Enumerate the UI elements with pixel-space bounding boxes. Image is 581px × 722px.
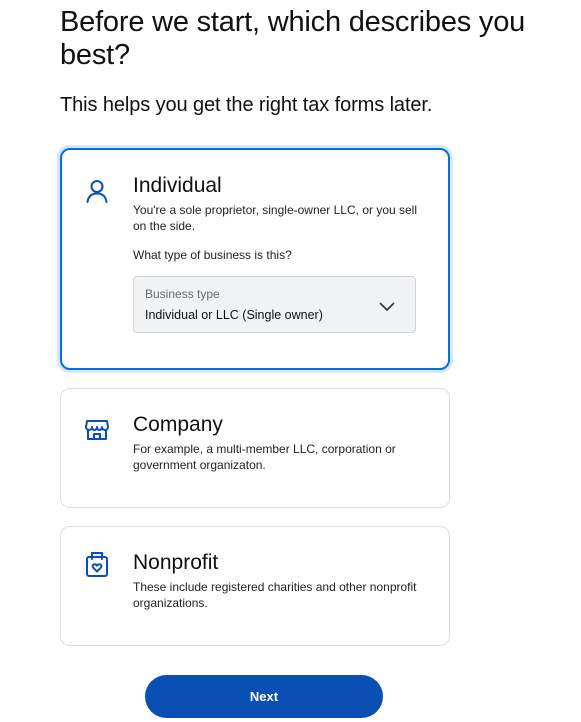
chevron-down-icon xyxy=(379,299,395,311)
option-title-individual: Individual xyxy=(133,174,222,197)
person-icon xyxy=(84,178,110,204)
option-title-nonprofit: Nonprofit xyxy=(133,551,219,574)
next-button[interactable]: Next xyxy=(145,675,383,718)
option-card-individual[interactable]: Individual You're a sole proprietor, sin… xyxy=(60,148,450,370)
storefront-icon xyxy=(84,417,110,443)
business-type-select-value: Individual or LLC (Single owner) xyxy=(145,308,323,322)
option-description-nonprofit: These include registered charities and o… xyxy=(133,580,417,610)
option-card-company[interactable]: Company For example, a multi-member LLC,… xyxy=(60,388,450,508)
business-type-select[interactable]: Business type Individual or LLC (Single … xyxy=(133,276,416,333)
option-description-company: For example, a multi-member LLC, corpora… xyxy=(133,442,396,472)
option-card-nonprofit[interactable]: Nonprofit These include registered chari… xyxy=(60,526,450,646)
page-title: Before we start, which describes you bes… xyxy=(60,6,526,71)
option-description-individual: You're a sole proprietor, single-owner L… xyxy=(133,203,418,233)
page-subtitle: This helps you get the right tax forms l… xyxy=(60,94,433,116)
business-type-question: What type of business is this? xyxy=(133,248,292,262)
option-title-company: Company xyxy=(133,413,223,436)
donation-box-icon xyxy=(84,551,110,577)
business-type-select-label: Business type xyxy=(145,287,220,301)
